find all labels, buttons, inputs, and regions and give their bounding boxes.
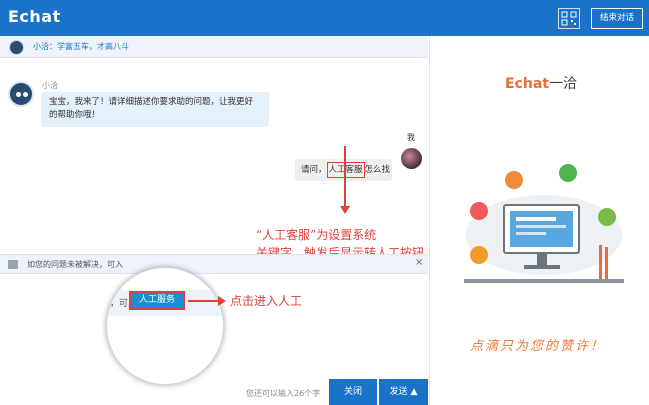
agent-info-bar: 小洽：学富五车，才高八斗 bbox=[0, 36, 428, 58]
notice-icon bbox=[8, 260, 18, 269]
qr-code-icon[interactable] bbox=[558, 8, 580, 29]
button-annotation: 点击进入人工 bbox=[230, 294, 303, 308]
multi-device-illustration bbox=[464, 164, 624, 283]
header-bar: Echat 结束对话 bbox=[0, 0, 649, 36]
agent-motto: 学富五车，才高八斗 bbox=[57, 42, 129, 51]
char-count-hint: 您还可以输入26个字 bbox=[246, 389, 321, 398]
notice-text: 如您的问题未被解决，可入 bbox=[27, 260, 123, 269]
user-avatar bbox=[401, 148, 422, 169]
close-button[interactable]: 关闭 bbox=[329, 379, 377, 405]
keyword-annotation-line: “人工客服”为设置系统 bbox=[256, 228, 377, 242]
agent-name: 小洽 bbox=[33, 42, 49, 51]
magnifier-callout: ，可入 bbox=[106, 267, 224, 385]
user-message-text: 怎么找 bbox=[364, 165, 391, 175]
unresolved-notice-bar: 如您的问题未被解决，可入 × bbox=[0, 254, 428, 274]
brand-name: Echat bbox=[505, 76, 549, 92]
send-button[interactable]: 发送 ▲ bbox=[379, 379, 428, 405]
agent-message-line: 的帮助你哦！ bbox=[49, 110, 101, 120]
human-service-button[interactable]: 人工服务 bbox=[129, 291, 185, 310]
avatar-eye bbox=[16, 92, 21, 97]
user-message-text: 请问， bbox=[301, 165, 327, 175]
echat-logo: Echat bbox=[8, 7, 61, 26]
agent-message-sender: 小洽 bbox=[42, 81, 58, 90]
agent-mini-avatar bbox=[9, 40, 24, 55]
brand-slogan: 点滴只为您的赞许！ bbox=[470, 339, 606, 354]
close-icon[interactable]: × bbox=[415, 257, 423, 268]
brand-logo: Echat一洽 bbox=[505, 73, 577, 93]
end-chat-button[interactable]: 结束对话 bbox=[591, 8, 643, 29]
agent-avatar bbox=[8, 81, 34, 107]
agent-info-text: 小洽：学富五车，才高八斗 bbox=[33, 42, 129, 51]
agent-message-line: 宝宝，我来了！请详细描述你要求助的问题，让我更好 bbox=[49, 97, 254, 107]
annotation-arrow-down bbox=[340, 146, 350, 214]
user-message-sender: 我 bbox=[407, 133, 415, 142]
brand-suffix: 一洽 bbox=[548, 76, 577, 92]
annotation-arrow-right bbox=[188, 296, 226, 306]
avatar-eye bbox=[23, 92, 28, 97]
agent-message-bubble: 宝宝，我来了！请详细描述你要求助的问题，让我更好 的帮助你哦！ bbox=[41, 92, 269, 127]
